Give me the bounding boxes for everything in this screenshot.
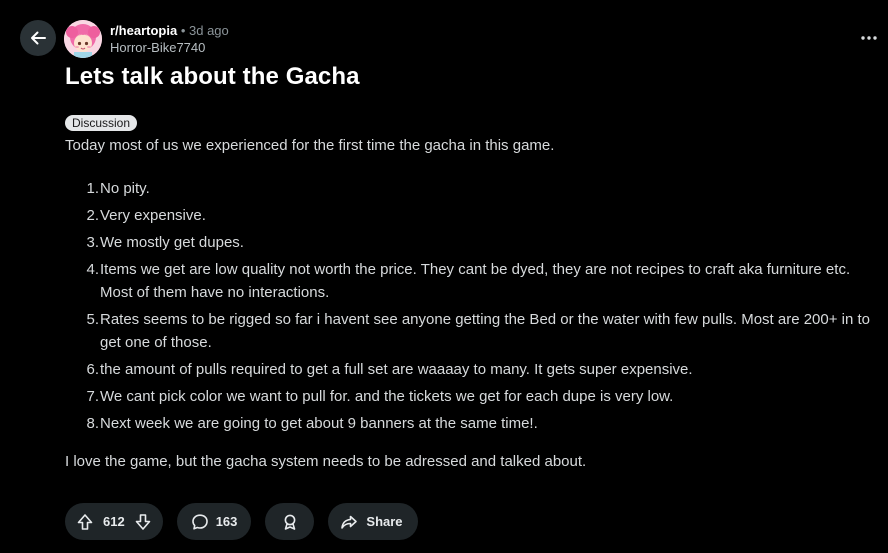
- list-item-text: Next week we are going to get about 9 ba…: [100, 415, 538, 432]
- list-item: 7. We cant pick color we want to pull for…: [65, 385, 880, 408]
- arrow-up-icon: [77, 513, 93, 530]
- arrow-down-icon: [135, 513, 151, 530]
- upvote-button[interactable]: [73, 510, 97, 534]
- avatar-image: [64, 20, 102, 58]
- subreddit-link[interactable]: r/heartopia: [110, 23, 177, 38]
- share-arrow-icon: [341, 515, 358, 529]
- post-meta: r/heartopia • 3d ago Horror-Bike7740: [110, 22, 229, 56]
- subreddit-avatar[interactable]: [64, 20, 102, 58]
- more-options-button[interactable]: [856, 26, 882, 50]
- list-item-text: We cant pick color we want to pull for. …: [100, 388, 674, 405]
- list-item-number: 4.: [86, 261, 99, 278]
- share-button[interactable]: Share: [328, 503, 418, 540]
- list-item-text: We mostly get dupes.: [100, 234, 244, 251]
- list-item: 2. Very expensive.: [65, 204, 880, 227]
- list-item: 3. We mostly get dupes.: [65, 231, 880, 254]
- list-item-number: 7.: [86, 388, 99, 405]
- arrow-left-icon: [31, 31, 46, 45]
- list-item-text: Very expensive.: [100, 207, 206, 224]
- vote-count: 612: [103, 514, 125, 529]
- post-list: 1. No pity. 2. Very expensive. 3. We mostly…: [65, 177, 880, 439]
- list-item-text: No pity.: [100, 180, 150, 197]
- list-item-text: Items we get are low quality not worth t…: [100, 261, 851, 301]
- post-title: Lets talk about the Gacha: [65, 63, 360, 90]
- share-label: Share: [366, 514, 403, 529]
- back-button[interactable]: [20, 20, 56, 56]
- list-item-number: 8.: [86, 415, 99, 432]
- more-horizontal-icon: [861, 36, 877, 40]
- post-age: 3d ago: [189, 23, 229, 38]
- post-flair[interactable]: Discussion: [65, 115, 138, 131]
- post-outro: I love the game, but the gacha system ne…: [65, 453, 587, 470]
- meta-separator: •: [180, 23, 186, 38]
- list-item: 1. No pity.: [65, 177, 880, 200]
- list-item-text: the amount of pulls required to get a fu…: [100, 361, 693, 378]
- award-button[interactable]: [265, 503, 315, 540]
- list-item-number: 3.: [86, 234, 99, 251]
- list-item-number: 2.: [86, 207, 99, 224]
- list-item-number: 5.: [86, 311, 99, 328]
- author-link[interactable]: Horror-Bike7740: [110, 39, 229, 56]
- list-item-number: 1.: [86, 180, 99, 197]
- meta-top-line: r/heartopia • 3d ago: [110, 22, 229, 39]
- post-intro: Today most of us we experienced for the …: [65, 137, 555, 154]
- comment-count: 163: [215, 514, 238, 529]
- list-item: 6. the amount of pulls required to get a …: [65, 358, 880, 381]
- list-item-text: Rates seems to be rigged so far i havent…: [100, 311, 871, 351]
- award-icon: [284, 514, 296, 530]
- post-page: r/heartopia • 3d ago Horror-Bike7740 Let…: [0, 0, 888, 553]
- vote-control: 612: [65, 503, 163, 540]
- comment-bubble-icon: [191, 513, 208, 530]
- list-item: 4. Items we get are low quality not worth…: [65, 258, 880, 304]
- downvote-button[interactable]: [131, 510, 155, 534]
- list-item: 8. Next week we are going to get about 9 …: [65, 412, 880, 435]
- list-item-number: 6.: [86, 361, 99, 378]
- post-action-bar: 612 163 Share: [65, 503, 418, 540]
- comments-button[interactable]: 163: [176, 503, 252, 540]
- list-item: 5. Rates seems to be rigged so far i have…: [65, 308, 880, 354]
